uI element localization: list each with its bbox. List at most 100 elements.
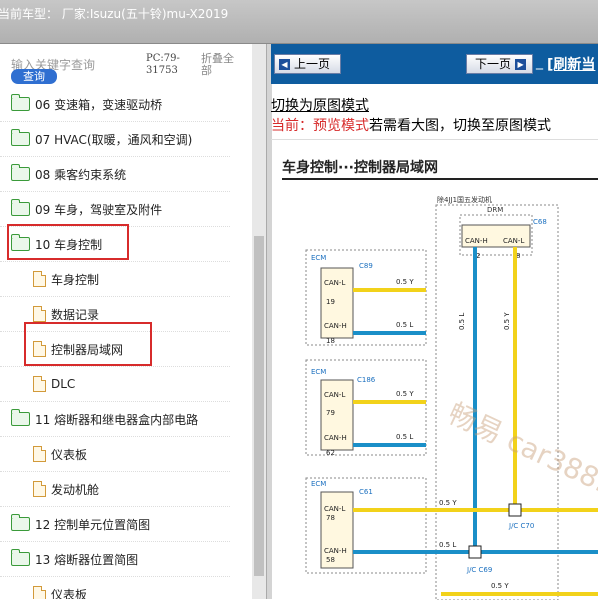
drm-label: DRM — [487, 206, 503, 214]
ecm2-wire-l: 0.5 L — [396, 433, 413, 441]
pc-code: PC:79-31753 — [146, 53, 180, 76]
folder-icon — [10, 409, 30, 426]
ecm1-wire-y: 0.5 Y — [396, 278, 414, 286]
ecm3-can-l: CAN-L — [324, 505, 345, 513]
tree-item-label: 11 熔断器和继电器盒内部电路 — [35, 412, 199, 427]
jc-c69 — [468, 545, 482, 559]
refresh-link[interactable]: [刷新当 — [547, 54, 595, 74]
folder-icon — [10, 129, 30, 146]
tree-item-label: 车身控制 — [51, 272, 100, 287]
tree-item[interactable]: 仪表板 — [0, 437, 230, 472]
current-vehicle-label: 当前车型： 厂家:Isuzu(五十铃)mu-X2019 — [0, 7, 229, 21]
jc-c70 — [508, 503, 522, 517]
vertical-wire-y-label: 0.5 Y — [503, 312, 511, 330]
ecm-label-3: ECM — [311, 480, 326, 488]
tree-item[interactable]: 08 乘客约束系统 — [0, 157, 230, 192]
current-mode-line: 当前：预览模式若需看大图，切换至原图模式 — [271, 115, 551, 135]
switch-to-original-link[interactable]: 切换为原图模式 — [271, 95, 369, 115]
wiring-diagram: 车身控制···控制器局域网 除4JJ1国五发动机 DRM C68 CAN-H C… — [271, 139, 598, 600]
ecm1-can-h: CAN-H — [324, 322, 347, 330]
ecm2-pin-62: 62 — [326, 449, 335, 457]
tree-item-label: 仪表板 — [51, 587, 88, 600]
ecm2-can-h: CAN-H — [324, 434, 347, 442]
toolbar-underscore: _ — [536, 54, 543, 70]
tree-item[interactable]: 12 控制单元位置简图 — [0, 507, 230, 542]
document-icon — [33, 586, 46, 599]
jc-c69-label: J/C C69 — [466, 566, 492, 574]
prev-page-button[interactable]: ◀ 上一页 — [274, 54, 341, 74]
tree-item-label: 08 乘客约束系统 — [35, 167, 127, 182]
highlight-box-item — [24, 322, 152, 366]
prev-page-label: 上一页 — [294, 57, 331, 71]
tree-item[interactable]: 06 变速箱，变速驱动桥 — [0, 87, 230, 122]
vertical-wire-l-label: 0.5 L — [458, 313, 466, 330]
diagram-title: 车身控制···控制器局域网 — [282, 160, 438, 176]
ecm3-pin-78: 78 — [326, 514, 335, 522]
tree-item[interactable]: 09 车身，驾驶室及附件 — [0, 192, 230, 227]
folder-icon — [10, 164, 30, 181]
folder-icon — [10, 94, 30, 111]
tree-item-label: 12 控制单元位置简图 — [35, 517, 151, 532]
folder-icon — [10, 549, 30, 566]
tree-item-label: 13 熔断器位置简图 — [35, 552, 139, 567]
engine-label: 除4JJ1国五发动机 — [437, 195, 492, 204]
document-icon — [33, 306, 46, 322]
document-icon — [33, 271, 46, 287]
ecm3-can-h: CAN-H — [324, 547, 347, 555]
ecm2-wire-y: 0.5 Y — [396, 390, 414, 398]
tree-item-label: 06 变速箱，变速驱动桥 — [35, 97, 163, 112]
fold-all-button[interactable]: 折叠全部 — [201, 53, 243, 77]
search-button[interactable]: 查询 — [11, 69, 57, 84]
tree-item[interactable]: 07 HVAC(取暖，通风和空调) — [0, 122, 230, 157]
ecm3-wire-y: 0.5 Y — [439, 499, 457, 507]
tree-item[interactable]: 发动机舱 — [0, 472, 230, 507]
ecm1-pin-19: 19 — [326, 298, 335, 306]
folder-icon — [10, 199, 30, 216]
tree-item-label: 07 HVAC(取暖，通风和空调) — [35, 132, 193, 147]
tree-item[interactable]: DLC — [0, 367, 230, 402]
drm-can-h: CAN-H — [465, 237, 488, 245]
bottom-wire-y: 0.5 Y — [491, 582, 509, 590]
jc-c70-label: J/C C70 — [508, 522, 534, 530]
tree-item-label: 09 车身，驾驶室及附件 — [35, 202, 163, 217]
document-icon — [33, 446, 46, 462]
sidebar-scrollbar[interactable] — [252, 44, 266, 599]
tree-item[interactable]: 13 熔断器位置简图 — [0, 542, 230, 577]
tree-item[interactable]: 仪表板 — [0, 577, 230, 599]
tree-item-label: 数据记录 — [51, 307, 100, 322]
content-toolbar: ◀ 上一页 下一页 ▶ _ [刷新当 — [271, 44, 598, 84]
connector-c61: C61 — [359, 488, 373, 496]
tree-item-label: 仪表板 — [51, 447, 88, 462]
current-label: 当前： — [271, 118, 313, 134]
current-hint: 若需看大图，切换至原图模式 — [369, 118, 551, 134]
document-icon — [33, 481, 46, 497]
drm-can-l: CAN-L — [503, 237, 524, 245]
connector-c68: C68 — [533, 218, 547, 226]
folder-icon — [10, 514, 30, 531]
tree-item[interactable]: 11 熔断器和继电器盒内部电路 — [0, 402, 230, 437]
connector-c89: C89 — [359, 262, 373, 270]
arrow-right-icon: ▶ — [515, 59, 527, 70]
ecm-label-2: ECM — [311, 368, 326, 376]
ecm1-wire-l: 0.5 L — [396, 321, 413, 329]
tree-item-label: 发动机舱 — [51, 482, 100, 497]
next-page-label: 下一页 — [475, 57, 512, 71]
ecm2-pin-79: 79 — [326, 409, 335, 417]
ecm1-can-l: CAN-L — [324, 279, 345, 287]
tree-item[interactable]: 车身控制 — [0, 262, 230, 297]
scrollbar-thumb[interactable] — [254, 236, 264, 576]
ecm2-can-l: CAN-L — [324, 391, 345, 399]
ecm3-wire-l: 0.5 L — [439, 541, 456, 549]
diagram-svg: 除4JJ1国五发动机 DRM C68 CAN-H CAN-L 2 8 0.5 L… — [305, 195, 598, 600]
ecm-label-1: ECM — [311, 254, 326, 262]
arrow-left-icon: ◀ — [279, 59, 290, 70]
highlight-box-category — [7, 224, 129, 260]
window-title-bar: 当前车型： 厂家:Isuzu(五十铃)mu-X2019 — [0, 0, 598, 44]
ecm3-pin-58: 58 — [326, 556, 335, 564]
document-icon — [33, 376, 46, 392]
current-mode: 预览模式 — [313, 118, 369, 134]
next-page-button[interactable]: 下一页 ▶ — [466, 54, 533, 74]
ecm1-pin-18: 18 — [326, 337, 335, 345]
tree-item-label: DLC — [51, 377, 76, 391]
connector-c186: C186 — [357, 376, 376, 384]
